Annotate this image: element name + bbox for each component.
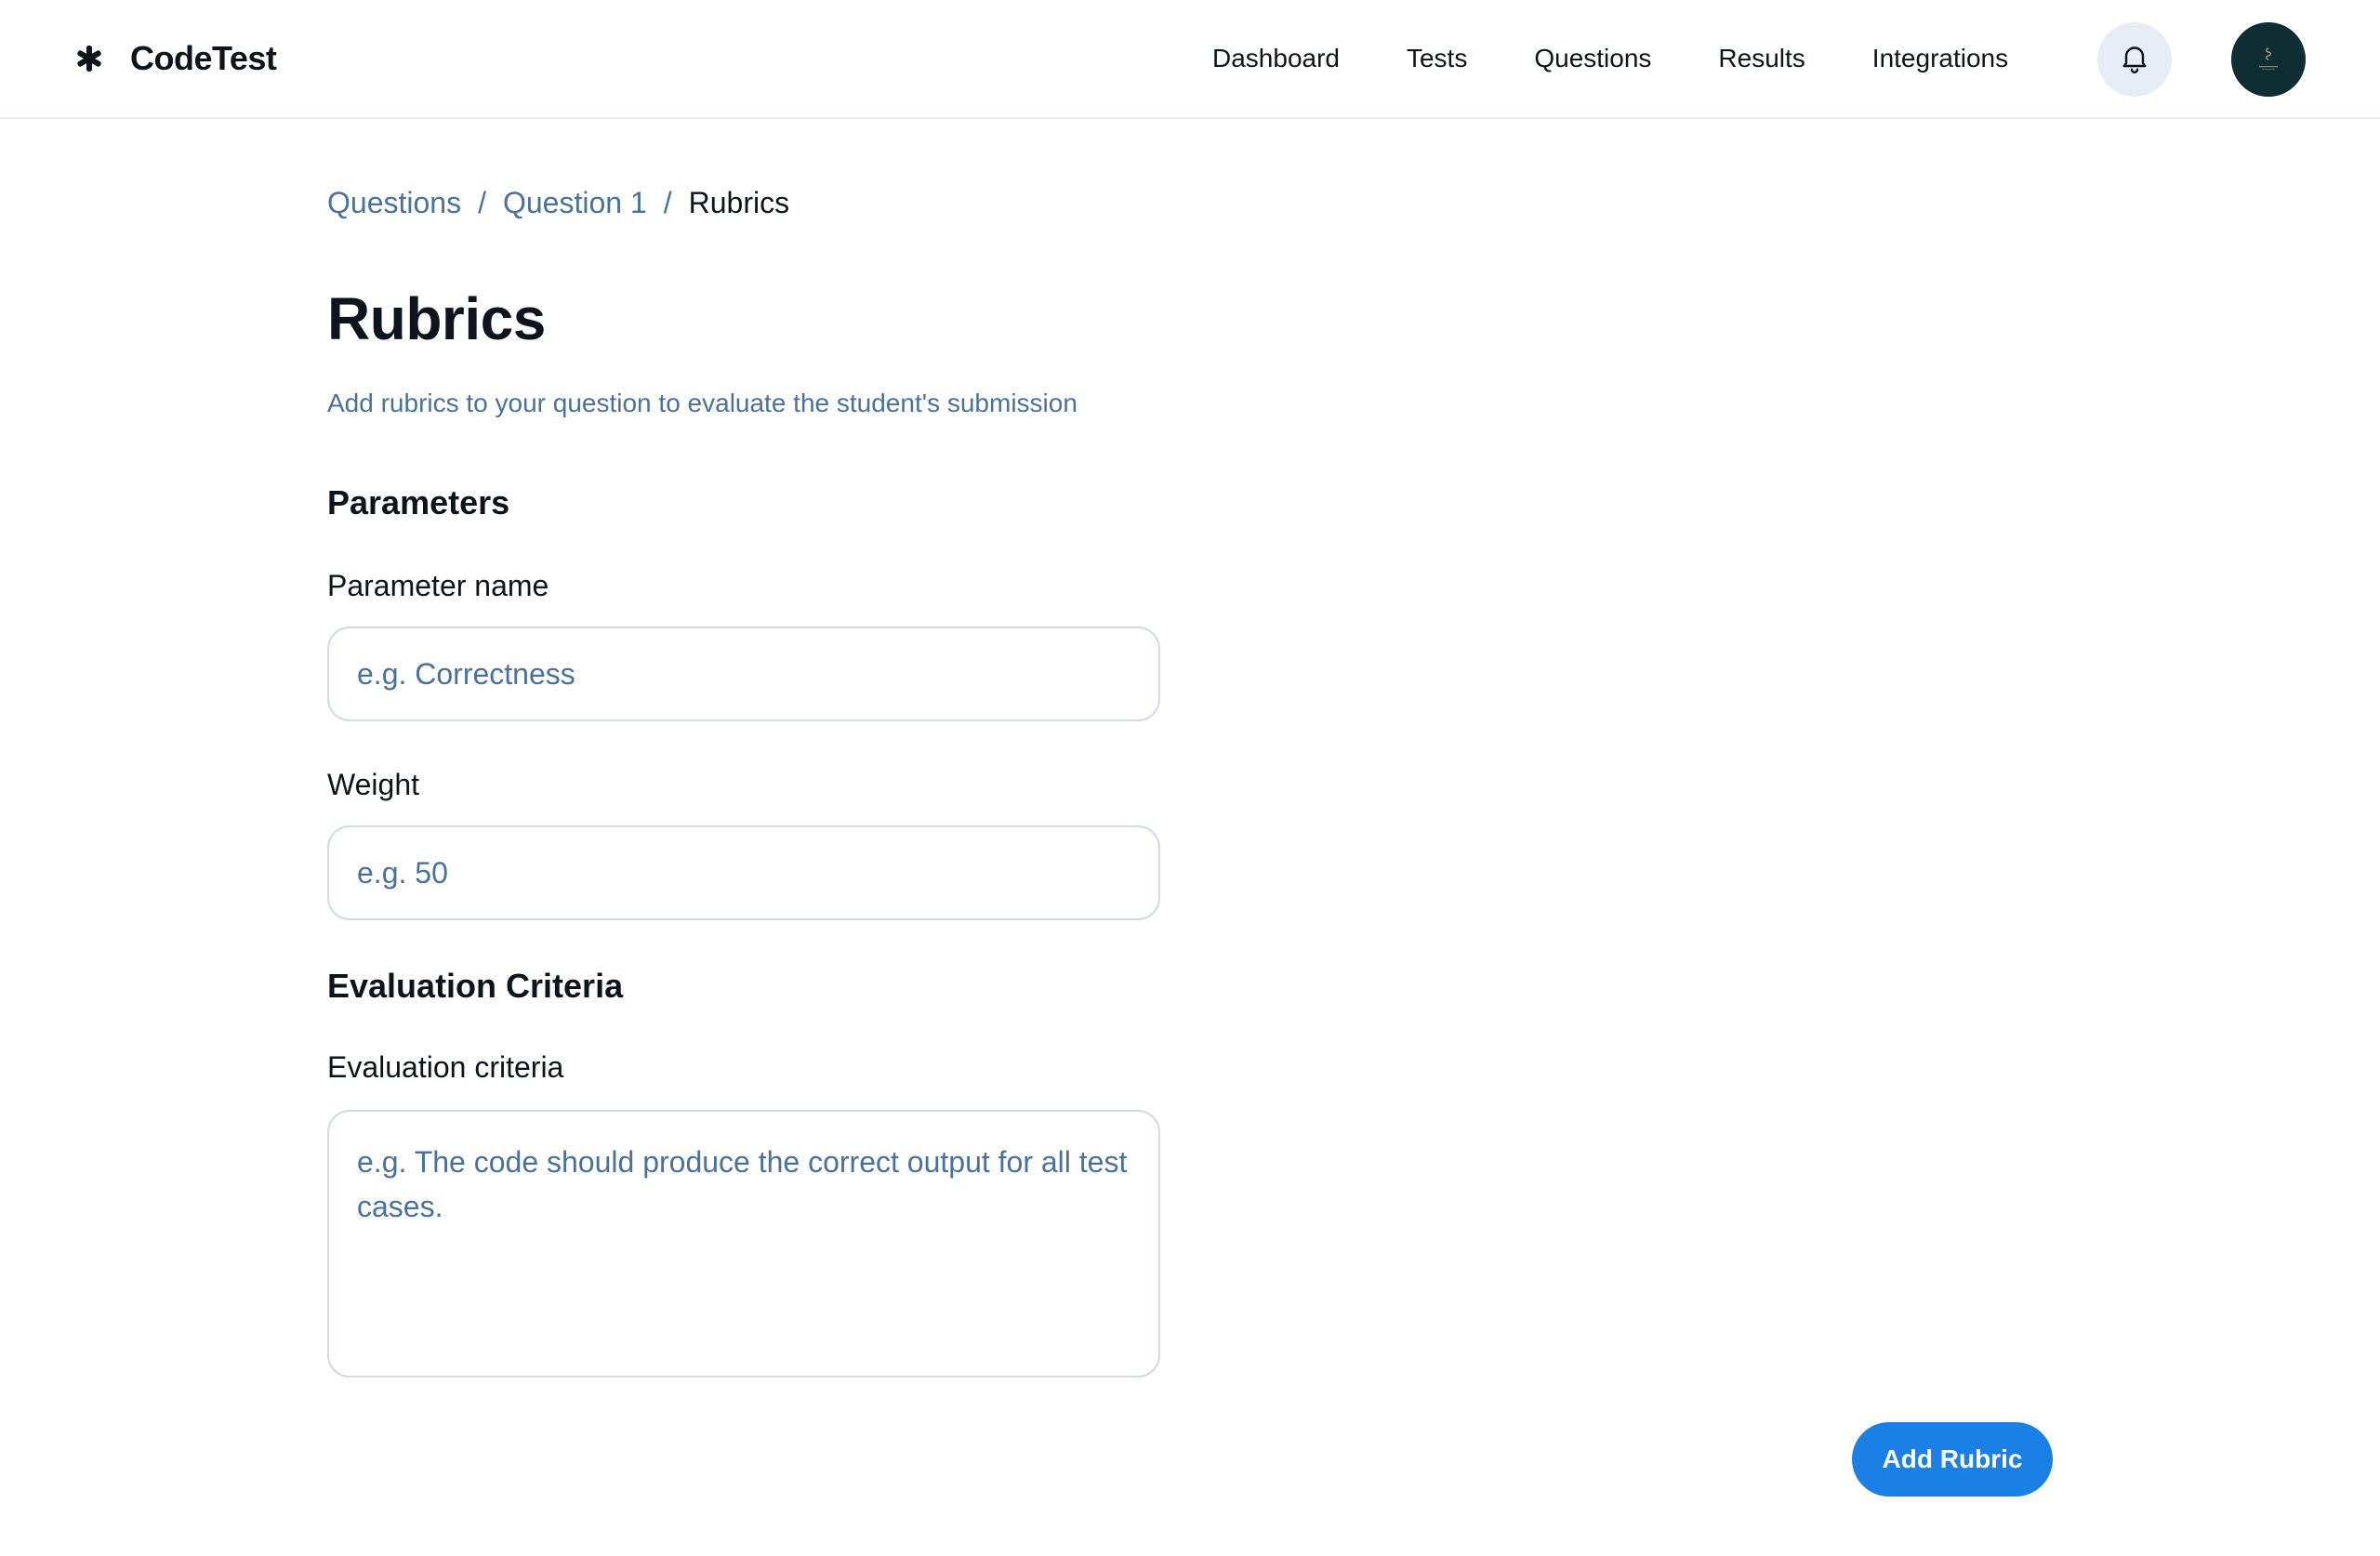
parameters-heading: Parameters xyxy=(327,483,510,521)
parameter-name-label: Parameter name xyxy=(327,569,549,602)
top-navigation-bar: CodeTest Dashboard Tests Questions Resul… xyxy=(0,0,2380,119)
bell-icon xyxy=(2118,41,2151,79)
main-nav: Dashboard Tests Questions Results Integr… xyxy=(1212,0,2008,117)
app-name: CodeTest xyxy=(130,39,277,77)
breadcrumb-current: Rubrics xyxy=(688,186,790,219)
nav-item-tests[interactable]: Tests xyxy=(1407,44,1467,73)
asterisk-logo-icon xyxy=(74,44,104,73)
breadcrumb: Questions / Question 1 / Rubrics xyxy=(327,186,789,220)
breadcrumb-separator: / xyxy=(663,186,672,219)
evaluation-criteria-heading: Evaluation Criteria xyxy=(327,967,624,1005)
add-rubric-button[interactable]: Add Rubric xyxy=(1852,1422,2053,1497)
weight-label: Weight xyxy=(327,768,420,801)
nav-item-integrations[interactable]: Integrations xyxy=(1872,44,2008,73)
evaluation-criteria-textarea[interactable] xyxy=(327,1110,1160,1378)
notifications-button[interactable] xyxy=(2097,22,2172,97)
brand[interactable]: CodeTest xyxy=(74,0,277,117)
breadcrumb-question-1[interactable]: Question 1 xyxy=(503,186,647,220)
page-subtitle: Add rubrics to your question to evaluate… xyxy=(327,389,1078,417)
nav-item-questions[interactable]: Questions xyxy=(1534,44,1651,73)
user-avatar[interactable] xyxy=(2231,22,2306,97)
breadcrumb-separator: / xyxy=(478,186,486,219)
parameter-name-input[interactable] xyxy=(327,626,1160,721)
breadcrumb-questions[interactable]: Questions xyxy=(327,186,461,220)
page-title: Rubrics xyxy=(327,285,546,352)
weight-input[interactable] xyxy=(327,825,1160,920)
nav-item-results[interactable]: Results xyxy=(1718,44,1805,73)
evaluation-criteria-label: Evaluation criteria xyxy=(327,1050,564,1084)
nav-item-dashboard[interactable]: Dashboard xyxy=(1212,44,1340,73)
